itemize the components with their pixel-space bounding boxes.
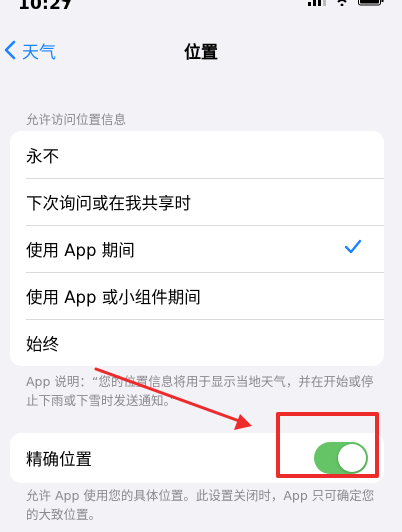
navigation-bar: 天气 位置 [0,30,402,70]
option-ask-next-time[interactable]: 下次询问或在我共享时 [10,178,384,225]
option-always[interactable]: 始终 [10,319,384,366]
option-label: 使用 App 期间 [26,240,135,260]
option-while-using-app-or-widgets[interactable]: 使用 App 或小组件期间 [10,272,384,319]
annotation-highlight-box [276,412,379,478]
location-access-options: 永不 下次询问或在我共享时 使用 App 期间 使用 App 或小组件期间 始终 [10,131,384,366]
option-label: 始终 [26,334,59,354]
status-icons [308,0,384,6]
option-while-using-app[interactable]: 使用 App 期间 [10,225,384,272]
option-label: 永不 [26,146,59,166]
precise-location-footnote: 允许 App 使用您的具体位置。此设置关闭时，App 只可确定您的大致位置。 [26,488,375,522]
page-title: 位置 [184,43,218,63]
section-header: 允许访问位置信息 [26,112,127,127]
wifi-icon [337,0,347,6]
status-bar: 10:27 [0,0,402,16]
precise-location-label: 精确位置 [26,450,92,469]
app-explanation-footnote: App 说明：“您的位置信息将用于显示当地天气，并在开始或停止下雨或下雪时发送通… [26,374,374,408]
checkmark-icon [344,239,362,254]
cellular-signal-icon [308,0,326,6]
option-never[interactable]: 永不 [10,131,384,178]
option-label: 使用 App 或小组件期间 [26,287,201,307]
battery-icon [358,0,384,6]
option-label: 下次询问或在我共享时 [26,193,191,213]
location-arrow-icon [61,0,70,7]
